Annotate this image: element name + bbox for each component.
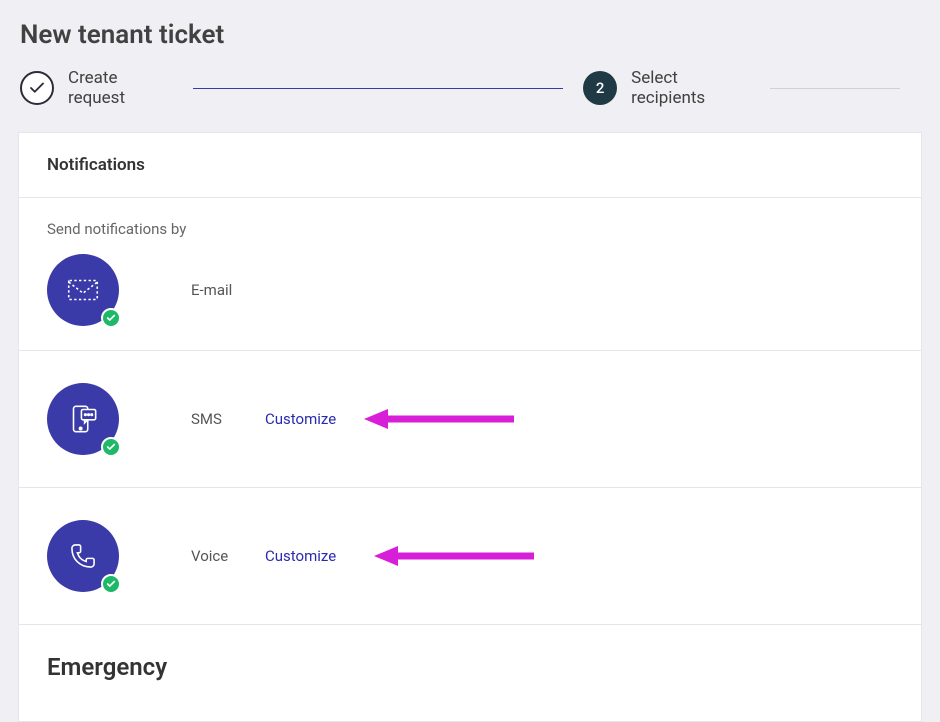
sms-label: SMS — [191, 410, 251, 428]
voice-customize-link[interactable]: Customize — [265, 547, 336, 565]
stepper-connector-after — [770, 88, 900, 89]
step-select-recipients[interactable]: 2 Select recipients — [583, 68, 750, 108]
sms-icon-wrap[interactable] — [47, 383, 119, 455]
step-create-request[interactable]: Create request — [20, 68, 173, 108]
check-icon — [106, 579, 116, 589]
notification-row-sms: SMS Customize — [19, 351, 921, 488]
annotation-arrow-voice — [374, 544, 534, 568]
step1-label: Create request — [68, 68, 173, 108]
step1-circle — [20, 71, 54, 105]
sms-customize-link[interactable]: Customize — [265, 410, 336, 428]
annotation-arrow-sms — [364, 407, 514, 431]
notifications-title: Notifications — [47, 155, 893, 175]
emergency-section: Emergency — [19, 625, 921, 721]
voice-label: Voice — [191, 547, 251, 565]
notification-row-email: E-mail — [19, 246, 921, 351]
email-icon-wrap[interactable] — [47, 254, 119, 326]
sms-icon — [64, 400, 102, 438]
stepper-connector — [193, 88, 563, 89]
notifications-intro: Send notifications by — [19, 198, 921, 246]
page-title: New tenant ticket — [0, 0, 940, 50]
email-icon — [64, 271, 102, 309]
phone-icon — [64, 537, 102, 575]
notifications-header: Notifications — [19, 133, 921, 198]
step2-label: Select recipients — [631, 68, 750, 108]
voice-icon-wrap[interactable] — [47, 520, 119, 592]
check-icon — [28, 79, 46, 97]
step2-number: 2 — [596, 79, 605, 97]
step2-circle: 2 — [583, 71, 617, 105]
notifications-card: Notifications Send notifications by E-ma… — [18, 132, 922, 722]
check-icon — [106, 442, 116, 452]
email-label: E-mail — [191, 281, 251, 299]
emergency-title: Emergency — [47, 653, 893, 681]
stepper: Create request 2 Select recipients — [0, 50, 940, 132]
notification-row-voice: Voice Customize — [19, 488, 921, 625]
sms-enabled-badge — [101, 437, 121, 457]
email-enabled-badge — [101, 308, 121, 328]
voice-enabled-badge — [101, 574, 121, 594]
check-icon — [106, 313, 116, 323]
